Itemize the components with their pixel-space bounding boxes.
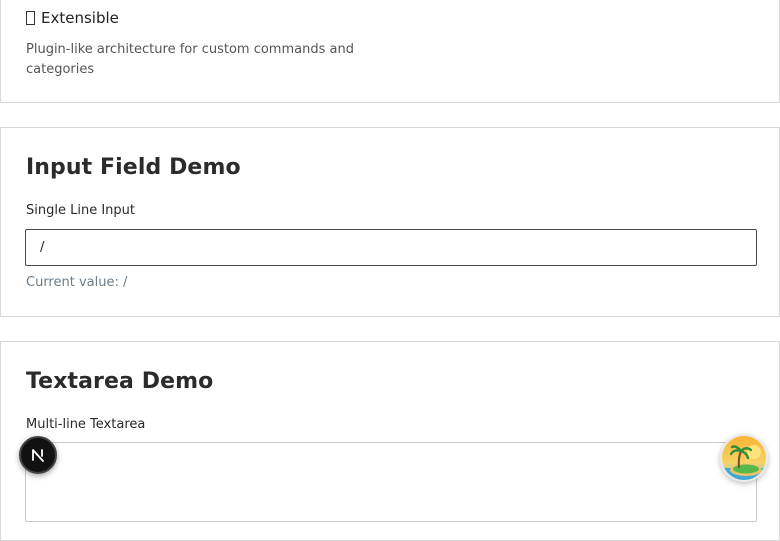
feature-description: Plugin-like architecture for custom comm… bbox=[26, 42, 354, 77]
textarea-demo-title: Textarea Demo bbox=[26, 369, 214, 394]
next-n-glyph bbox=[32, 449, 44, 462]
feature-title-text: Extensible bbox=[41, 9, 119, 27]
island-icon[interactable] bbox=[720, 434, 768, 482]
multi-line-textarea[interactable] bbox=[25, 442, 757, 522]
input-demo-title: Input Field Demo bbox=[26, 155, 241, 180]
feature-title: Extensible bbox=[26, 9, 119, 27]
single-line-input-label: Single Line Input bbox=[26, 203, 135, 218]
input-demo-card: Input Field Demo Single Line Input Curre… bbox=[0, 127, 780, 317]
current-value: / bbox=[122, 275, 128, 290]
feature-card: Extensible Plugin-like architecture for … bbox=[0, 0, 780, 103]
next-logo-icon[interactable] bbox=[19, 436, 57, 474]
current-value-text: Current value: / bbox=[26, 275, 127, 290]
textarea-demo-card: Textarea Demo Multi-line Textarea bbox=[0, 341, 780, 541]
multi-line-textarea-label: Multi-line Textarea bbox=[26, 417, 146, 432]
single-line-input[interactable] bbox=[25, 229, 757, 266]
missing-glyph-icon bbox=[26, 11, 35, 25]
current-value-prefix: Current value: bbox=[26, 275, 123, 290]
